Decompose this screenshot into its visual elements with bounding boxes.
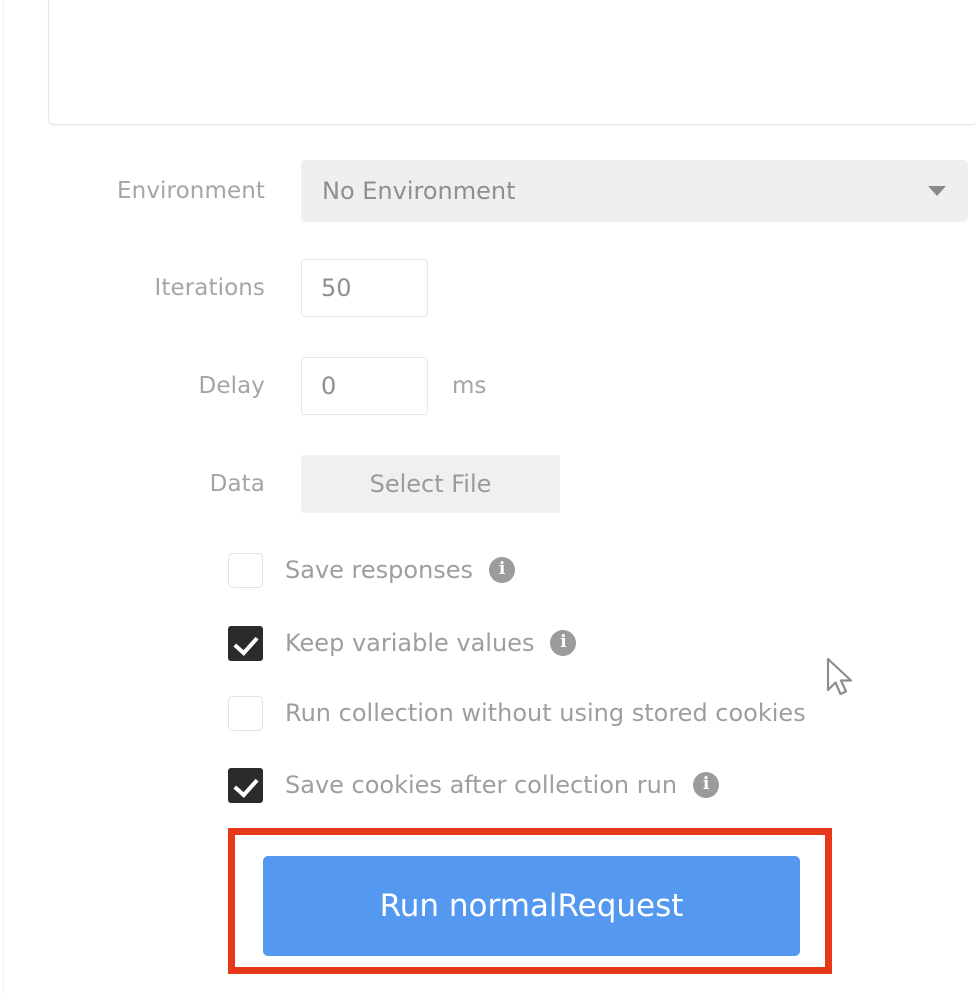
delay-input[interactable]: 0 [301, 357, 428, 415]
request-list-panel[interactable] [48, 0, 976, 125]
mouse-pointer-icon [826, 657, 860, 702]
delay-unit-label: ms [452, 373, 487, 399]
option-label-save-responses: Save responses [285, 556, 474, 584]
option-row-run-without-cookies[interactable]: Run collection without using stored cook… [228, 693, 806, 733]
option-row-keep-variable-values[interactable]: Keep variable values i [228, 623, 577, 663]
option-row-save-cookies[interactable]: Save cookies after collection run i [228, 765, 720, 805]
option-label-keep-variable-values: Keep variable values [285, 629, 535, 657]
environment-row: Environment No Environment [0, 160, 976, 222]
info-icon[interactable]: i [550, 630, 577, 656]
option-label-run-without-cookies: Run collection without using stored cook… [285, 699, 806, 727]
data-label: Data [209, 471, 265, 497]
checkbox-keep-variable-values[interactable] [228, 625, 263, 661]
checkbox-save-responses[interactable] [228, 552, 263, 588]
select-file-button[interactable]: Select File [301, 455, 560, 513]
delay-label: Delay [198, 373, 265, 399]
option-label-save-cookies: Save cookies after collection run [285, 771, 678, 799]
environment-label: Environment [117, 178, 265, 204]
option-row-save-responses[interactable]: Save responses i [228, 550, 516, 590]
checkbox-save-cookies[interactable] [228, 767, 263, 803]
iterations-label: Iterations [154, 275, 265, 301]
info-icon[interactable]: i [489, 557, 516, 583]
iterations-row: Iterations 50 [0, 259, 976, 317]
iterations-input[interactable]: 50 [301, 259, 428, 317]
run-collection-button[interactable]: Run normalRequest [263, 856, 800, 956]
delay-row: Delay 0 ms [0, 357, 976, 415]
environment-selected-value: No Environment [322, 177, 516, 205]
checkbox-run-without-cookies[interactable] [228, 695, 263, 731]
info-icon[interactable]: i [693, 772, 720, 798]
chevron-down-icon [928, 186, 946, 196]
data-row: Data Select File [0, 455, 976, 513]
environment-select[interactable]: No Environment [301, 160, 968, 222]
